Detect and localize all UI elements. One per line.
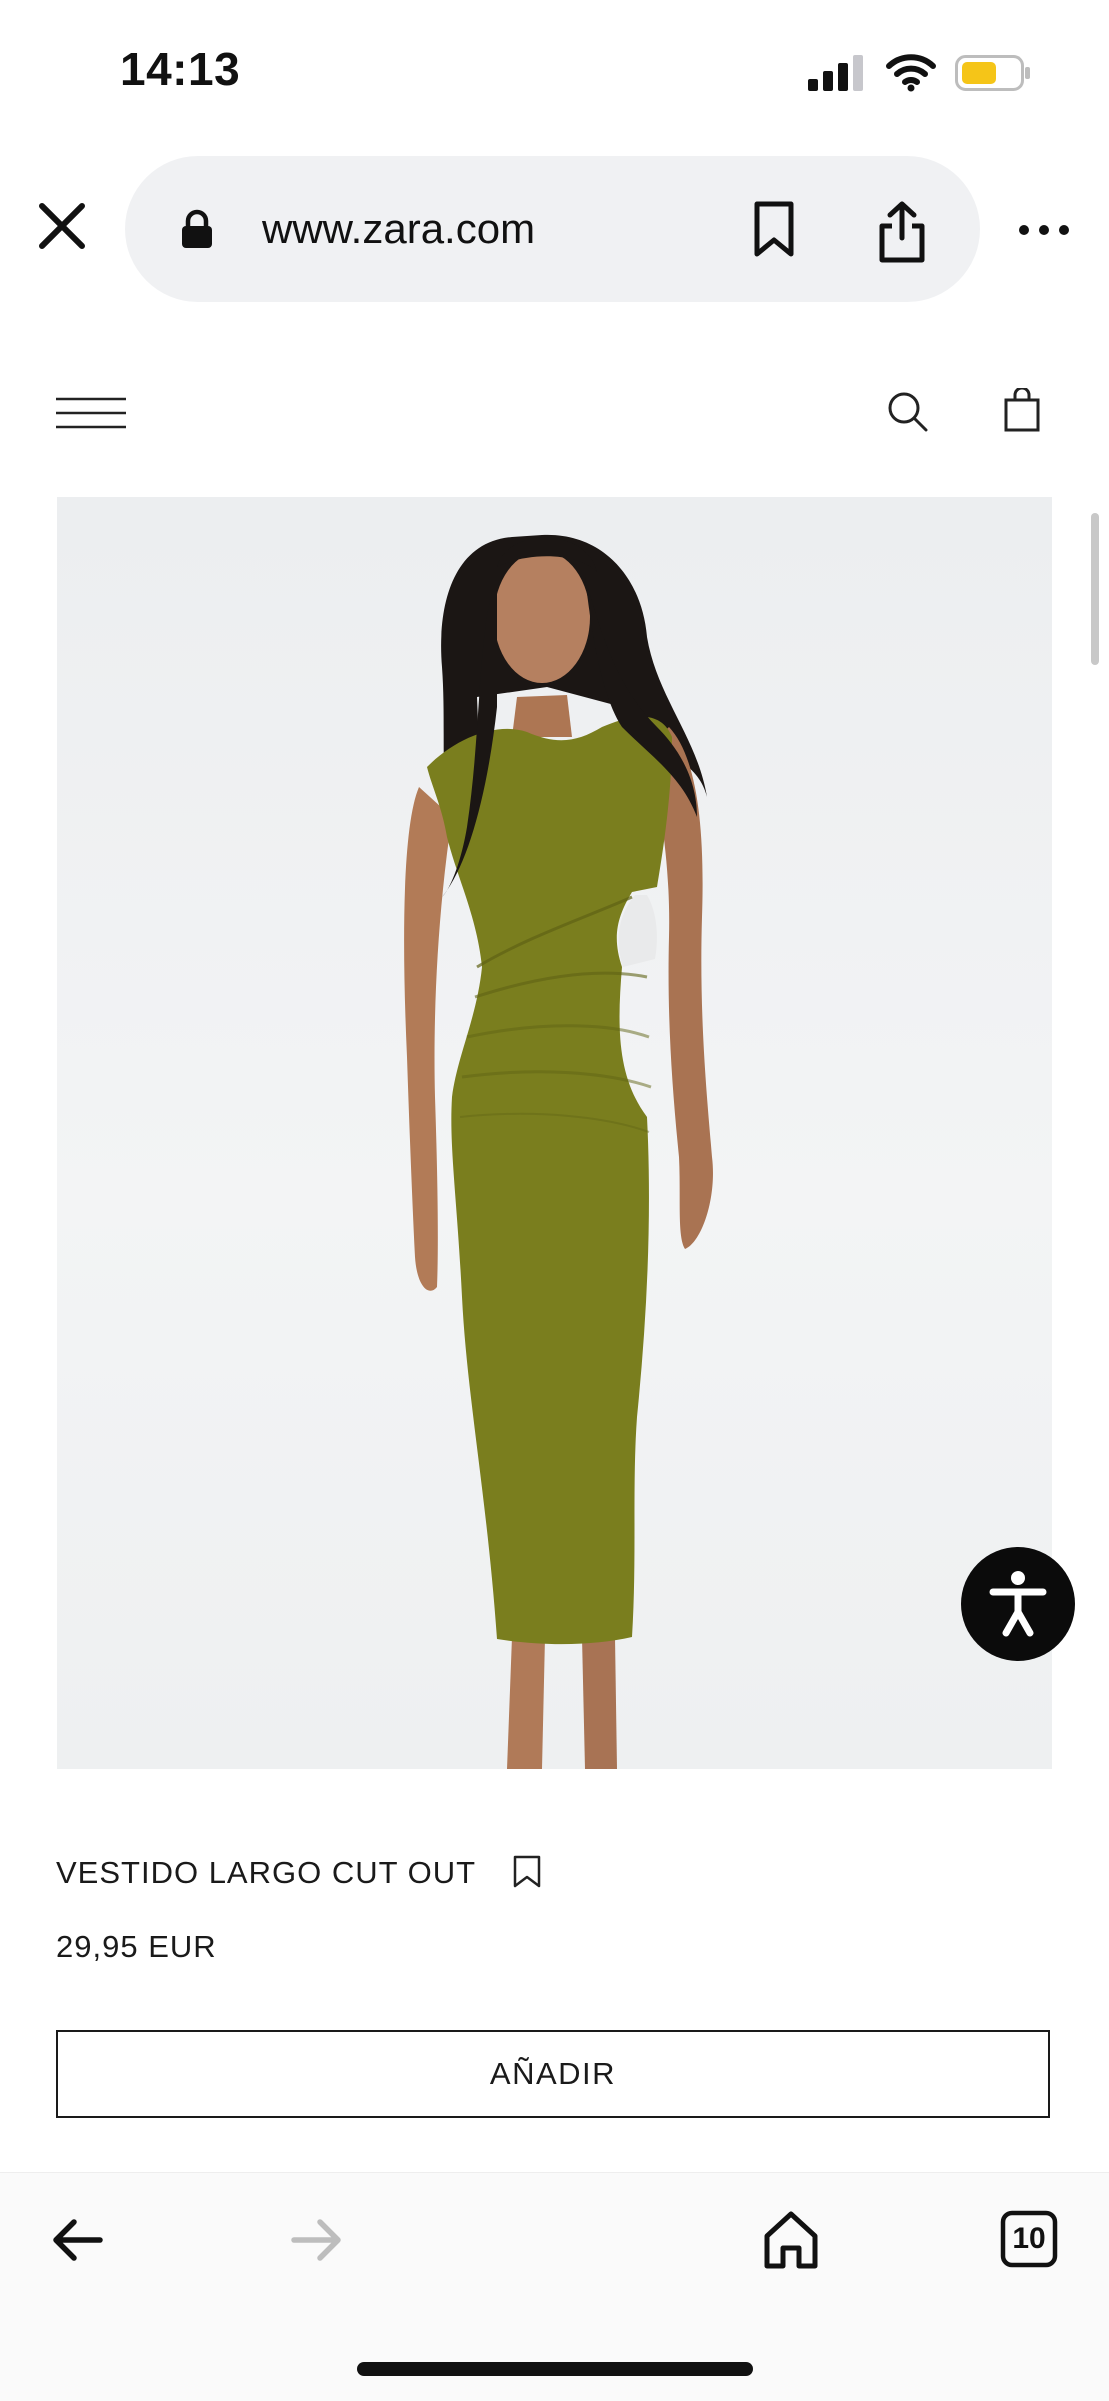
home-icon[interactable] [763, 2210, 819, 2270]
arrow-left-icon[interactable] [52, 2217, 104, 2263]
add-to-cart-button[interactable]: AÑADIR [56, 2030, 1050, 2118]
wifi-icon [886, 54, 936, 92]
product-price: 29,95 EUR [56, 1929, 217, 1964]
model-in-dress-illustration [404, 534, 713, 1769]
battery-icon [955, 55, 1030, 91]
lock-icon [182, 209, 212, 248]
page-scrollbar[interactable] [1091, 513, 1099, 665]
status-time: 14:13 [120, 43, 241, 95]
share-icon[interactable] [876, 200, 928, 264]
tabs-count: 10 [1012, 2222, 1046, 2255]
url-text[interactable]: www.zara.com [262, 205, 535, 253]
tabs-button[interactable]: 10 [1000, 2210, 1058, 2268]
address-bar[interactable] [125, 156, 980, 302]
cellular-signal-icon [808, 55, 863, 91]
close-icon[interactable] [36, 200, 88, 252]
hamburger-menu-icon[interactable] [56, 395, 126, 431]
accessibility-icon [989, 1571, 1047, 1637]
search-icon[interactable] [886, 390, 928, 432]
product-name: VESTIDO LARGO CUT OUT [56, 1855, 477, 1890]
home-indicator[interactable] [357, 2362, 753, 2376]
shopping-bag-icon[interactable] [1004, 388, 1040, 432]
arrow-right-icon[interactable] [290, 2217, 342, 2263]
more-icon[interactable] [1018, 220, 1070, 240]
accessibility-button[interactable] [961, 1547, 1075, 1661]
product-image[interactable] [57, 497, 1052, 1769]
bookmark-outline-icon[interactable] [512, 1855, 542, 1889]
bookmark-icon[interactable] [752, 200, 796, 258]
